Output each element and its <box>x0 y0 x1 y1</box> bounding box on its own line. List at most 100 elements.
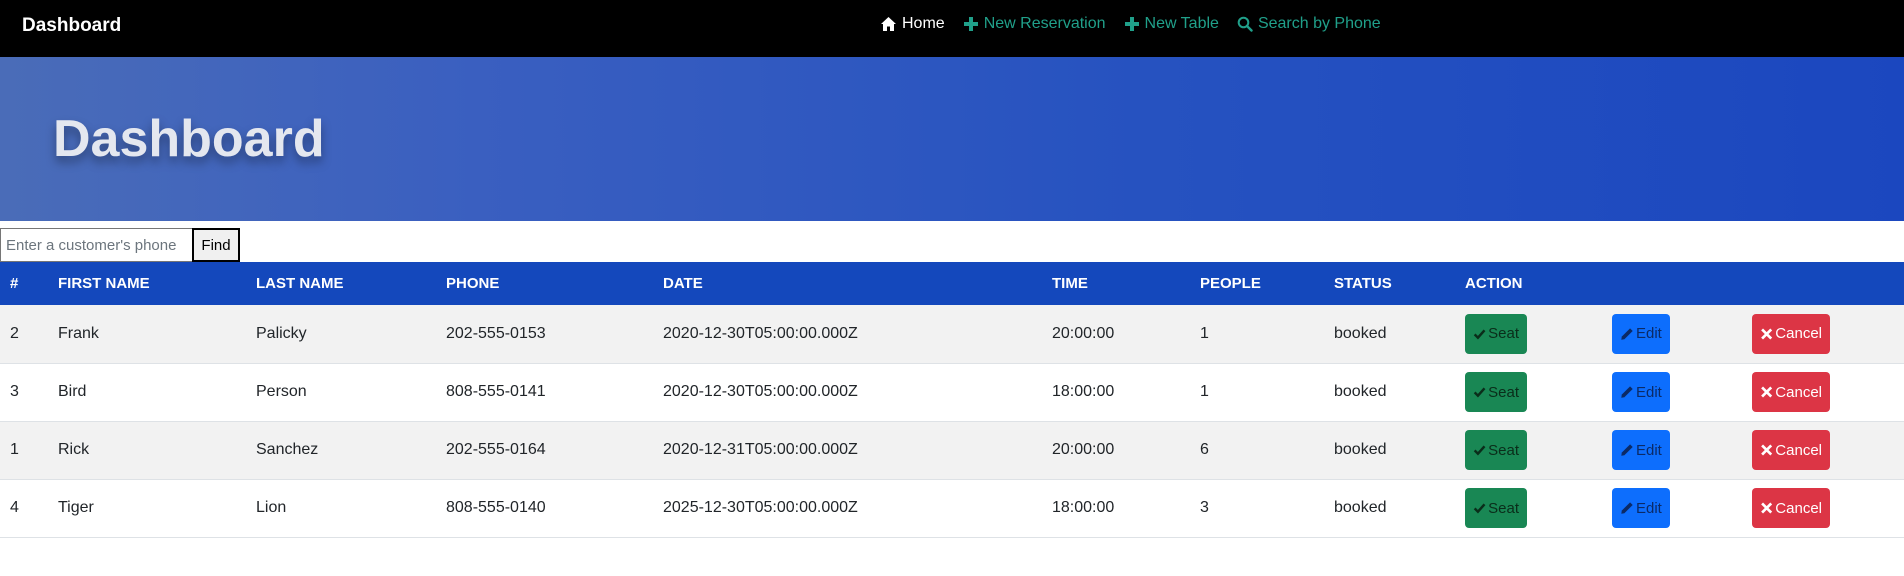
top-navbar: Dashboard Home New Reservation New Table… <box>0 0 1904 57</box>
table-row: 4 Tiger Lion 808-555-0140 2025-12-30T05:… <box>0 479 1904 537</box>
edit-button[interactable]: Edit <box>1612 488 1670 528</box>
cell-date: 2025-12-30T05:00:00.000Z <box>663 499 858 516</box>
edit-button-label: Edit <box>1636 325 1662 343</box>
pencil-icon <box>1621 444 1633 456</box>
seat-button[interactable]: Seat <box>1465 313 1527 354</box>
cell-seat: Seat <box>1465 305 1612 363</box>
close-icon <box>1761 502 1773 514</box>
column-header-blank <box>1752 262 1904 305</box>
column-header-last-name: LAST NAME <box>256 275 344 292</box>
cell-people: 3 <box>1200 499 1209 516</box>
column-header-status: STATUS <box>1334 275 1392 292</box>
nav-link-new-reservation[interactable]: New Reservation <box>963 15 1106 33</box>
cancel-button[interactable]: Cancel <box>1752 430 1830 470</box>
navbar-brand[interactable]: Dashboard <box>22 15 121 37</box>
cell-edit: Edit <box>1612 363 1752 421</box>
cell-first-name: Frank <box>58 324 99 342</box>
check-icon <box>1473 387 1486 398</box>
seat-button[interactable]: Seat <box>1465 488 1527 528</box>
cancel-button[interactable]: Cancel <box>1752 488 1830 528</box>
cell-edit: Edit <box>1612 305 1752 363</box>
cell-time: 18:00:00 <box>1052 499 1115 516</box>
close-icon <box>1761 386 1773 398</box>
cell-id: 3 <box>10 383 19 400</box>
home-icon <box>881 17 896 31</box>
pencil-icon <box>1621 386 1633 398</box>
cell-id: 4 <box>10 499 19 516</box>
seat-button[interactable]: Seat <box>1465 430 1527 470</box>
cell-date: 2020-12-31T05:00:00.000Z <box>663 441 858 458</box>
page-title: Dashboard <box>53 110 325 168</box>
cell-phone: 808-555-0141 <box>446 383 546 400</box>
cell-cancel: Cancel <box>1752 421 1904 479</box>
cell-date: 2020-12-30T05:00:00.000Z <box>663 324 858 342</box>
edit-button[interactable]: Edit <box>1612 430 1670 470</box>
find-button[interactable]: Find <box>192 228 240 262</box>
column-header-people: PEOPLE <box>1200 275 1261 292</box>
phone-search-input[interactable] <box>0 228 192 262</box>
cell-first-name: Rick <box>58 441 90 458</box>
check-icon <box>1473 503 1486 514</box>
column-header-date: DATE <box>663 275 703 292</box>
edit-button[interactable]: Edit <box>1612 372 1670 412</box>
cancel-button[interactable]: Cancel <box>1752 372 1830 412</box>
cell-people: 1 <box>1200 383 1209 400</box>
reservations-table: # FIRST NAME LAST NAME PHONE DATE TIME P… <box>0 262 1904 538</box>
cell-cancel: Cancel <box>1752 363 1904 421</box>
seat-button-label: Seat <box>1488 383 1519 401</box>
pencil-icon <box>1621 502 1633 514</box>
cancel-button-label: Cancel <box>1775 325 1822 343</box>
cell-cancel: Cancel <box>1752 305 1904 363</box>
cell-people: 6 <box>1200 441 1209 458</box>
cell-edit: Edit <box>1612 479 1752 537</box>
cell-id: 1 <box>10 441 19 458</box>
close-icon <box>1761 328 1773 340</box>
close-icon <box>1761 444 1773 456</box>
seat-button[interactable]: Seat <box>1465 372 1527 412</box>
pencil-icon <box>1621 328 1633 340</box>
cancel-button-label: Cancel <box>1775 499 1822 517</box>
nav-link-new-reservation-label: New Reservation <box>983 15 1106 32</box>
edit-button-label: Edit <box>1636 383 1662 401</box>
column-header-action: ACTION <box>1465 275 1523 292</box>
column-header-blank <box>1612 262 1752 305</box>
cell-id: 2 <box>10 324 19 342</box>
cell-time: 20:00:00 <box>1052 324 1115 342</box>
cell-status: booked <box>1334 441 1387 458</box>
nav-link-new-table-label: New Table <box>1144 15 1219 32</box>
cell-seat: Seat <box>1465 421 1612 479</box>
edit-button[interactable]: Edit <box>1612 313 1670 354</box>
cell-status: booked <box>1334 383 1387 400</box>
column-header-first-name: FIRST NAME <box>58 275 150 292</box>
nav-link-new-table[interactable]: New Table <box>1124 15 1219 33</box>
plus-icon <box>1124 17 1139 31</box>
nav-link-home-label: Home <box>902 15 945 32</box>
cell-status: booked <box>1334 499 1387 516</box>
cell-first-name: Tiger <box>58 499 94 516</box>
seat-button-label: Seat <box>1488 441 1519 459</box>
cell-cancel: Cancel <box>1752 479 1904 537</box>
nav-link-search-by-phone[interactable]: Search by Phone <box>1237 15 1381 33</box>
cell-last-name: Person <box>256 383 307 400</box>
column-header-phone: PHONE <box>446 275 500 292</box>
table-row: 2 Frank Palicky 202-555-0153 2020-12-30T… <box>0 305 1904 363</box>
cell-time: 18:00:00 <box>1052 383 1115 400</box>
cancel-button-label: Cancel <box>1775 441 1822 459</box>
edit-button-label: Edit <box>1636 441 1662 459</box>
cell-people: 1 <box>1200 324 1209 342</box>
table-row: 1 Rick Sanchez 202-555-0164 2020-12-31T0… <box>0 421 1904 479</box>
check-icon <box>1473 329 1486 340</box>
cell-seat: Seat <box>1465 363 1612 421</box>
check-icon <box>1473 445 1486 456</box>
nav-link-home[interactable]: Home <box>880 15 945 33</box>
nav-links: Home New Reservation New Table Search by… <box>880 15 1399 33</box>
nav-link-search-by-phone-label: Search by Phone <box>1257 15 1381 32</box>
cell-last-name: Sanchez <box>256 441 319 458</box>
cell-date: 2020-12-30T05:00:00.000Z <box>663 383 858 400</box>
table-row: 3 Bird Person 808-555-0141 2020-12-30T05… <box>0 363 1904 421</box>
cancel-button[interactable]: Cancel <box>1752 313 1830 354</box>
cell-last-name: Lion <box>256 499 287 516</box>
cell-first-name: Bird <box>58 383 87 400</box>
cell-time: 20:00:00 <box>1052 441 1115 458</box>
cell-edit: Edit <box>1612 421 1752 479</box>
